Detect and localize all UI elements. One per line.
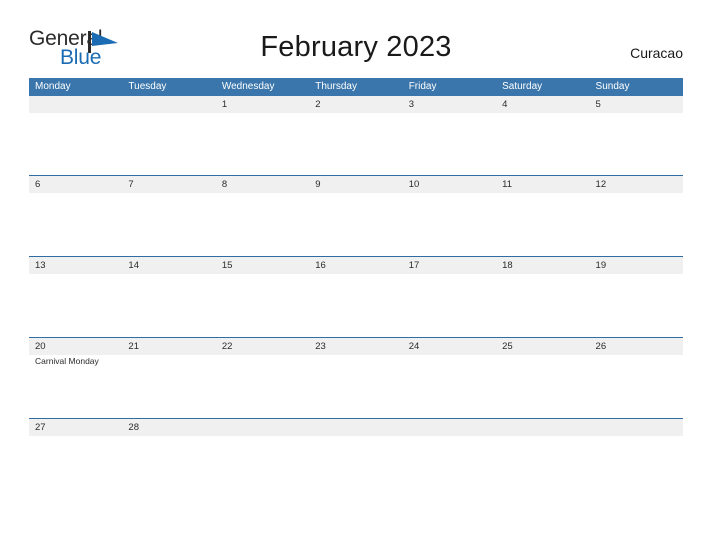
day-events-23 [309, 355, 402, 367]
day-cell-empty [29, 96, 122, 113]
week-date-band: 20 21 22 23 24 25 26 [29, 338, 683, 355]
week-date-band: 27 28 [29, 419, 683, 436]
day-events-24 [403, 355, 496, 367]
day-events-25 [496, 355, 589, 367]
day-cell-17[interactable]: 17 [403, 257, 496, 274]
weekday-header-thursday: Thursday [315, 81, 357, 92]
calendar-week-row: 27 28 [29, 418, 683, 442]
day-cell-24[interactable]: 24 [403, 338, 496, 355]
day-cell-10[interactable]: 10 [403, 176, 496, 193]
page-header: General Blue February 2023 Curacao [0, 0, 712, 78]
weekday-header-monday: Monday [35, 81, 71, 92]
day-cell-19[interactable]: 19 [590, 257, 683, 274]
weekday-header-sunday: Sunday [595, 81, 630, 92]
day-events-22 [216, 355, 309, 367]
day-cell-14[interactable]: 14 [122, 257, 215, 274]
week-date-band: 12345 [29, 96, 683, 113]
weekday-header-tuesday: Tuesday [128, 81, 167, 92]
day-cell-empty [590, 419, 683, 436]
day-cell-8[interactable]: 8 [216, 176, 309, 193]
day-cell-22[interactable]: 22 [216, 338, 309, 355]
day-cell-empty [216, 419, 309, 436]
calendar-grid: Monday Tuesday Wednesday Thursday Friday Satu… [29, 78, 683, 442]
week-date-band: 6 7 8 9 10 11 12 [29, 176, 683, 193]
day-cell-empty [122, 96, 215, 113]
day-cell-23[interactable]: 23 [309, 338, 402, 355]
day-cell-20[interactable]: 20 [29, 338, 122, 355]
calendar-week-row: 12345 [29, 96, 683, 175]
weekday-header-saturday: Saturday [502, 81, 543, 92]
day-cell-1[interactable]: 1 [216, 96, 309, 113]
day-cell-25[interactable]: 25 [496, 338, 589, 355]
week-events-layer: Carnival Monday [29, 355, 683, 367]
day-cell-16[interactable]: 16 [309, 257, 402, 274]
day-cell-13[interactable]: 13 [29, 257, 122, 274]
day-events-21 [122, 355, 215, 367]
day-events-26 [590, 355, 683, 367]
weekday-header-friday: Friday [408, 81, 437, 92]
calendar-weeks: 1 2 3 4 5 6 7 8 9 10 11 12 13 14 15 16 17 18 19 20 21 22 23 24 2… [29, 96, 683, 442]
day-cell-18[interactable]: 18 [496, 257, 589, 274]
day-cell-12[interactable]: 12 [590, 176, 683, 193]
day-cell-11[interactable]: 11 [496, 176, 589, 193]
day-cell-15[interactable]: 15 [216, 257, 309, 274]
day-cell-empty [496, 419, 589, 436]
day-cell-21[interactable]: 21 [122, 338, 215, 355]
calendar-week-row: 6 7 8 9 10 11 12 [29, 175, 683, 256]
day-cell-6[interactable]: 6 [29, 176, 122, 193]
day-cell-27[interactable]: 27 [29, 419, 122, 436]
location-label: Curacao [630, 45, 683, 61]
page-title: February 2023 [260, 31, 452, 63]
day-cell-empty [403, 419, 496, 436]
day-cell-9[interactable]: 9 [309, 176, 402, 193]
calendar-week-row: 20 21 22 23 24 25 26 Carnival Monday [29, 337, 683, 418]
weekday-header-wednesday: Wednesday [221, 81, 275, 92]
event-label[interactable]: Carnival Monday [35, 355, 122, 367]
day-cell-28[interactable]: 28 [122, 419, 215, 436]
day-cell-empty [309, 419, 402, 436]
day-cell-3[interactable]: 3 [403, 96, 496, 113]
week-date-band: 13 14 15 16 17 18 19 [29, 257, 683, 274]
day-cell-2[interactable]: 2 [309, 96, 402, 113]
day-cell-26[interactable]: 26 [590, 338, 683, 355]
calendar-week-row: 13 14 15 16 17 18 19 [29, 256, 683, 337]
day-cell-7[interactable]: 7 [122, 176, 215, 193]
weekday-header-row: Monday Tuesday Wednesday Thursday Friday Satu… [29, 78, 683, 96]
day-events-20: Carnival Monday [29, 355, 122, 367]
day-cell-4[interactable]: 4 [496, 96, 589, 113]
day-cell-5[interactable]: 5 [590, 96, 683, 113]
